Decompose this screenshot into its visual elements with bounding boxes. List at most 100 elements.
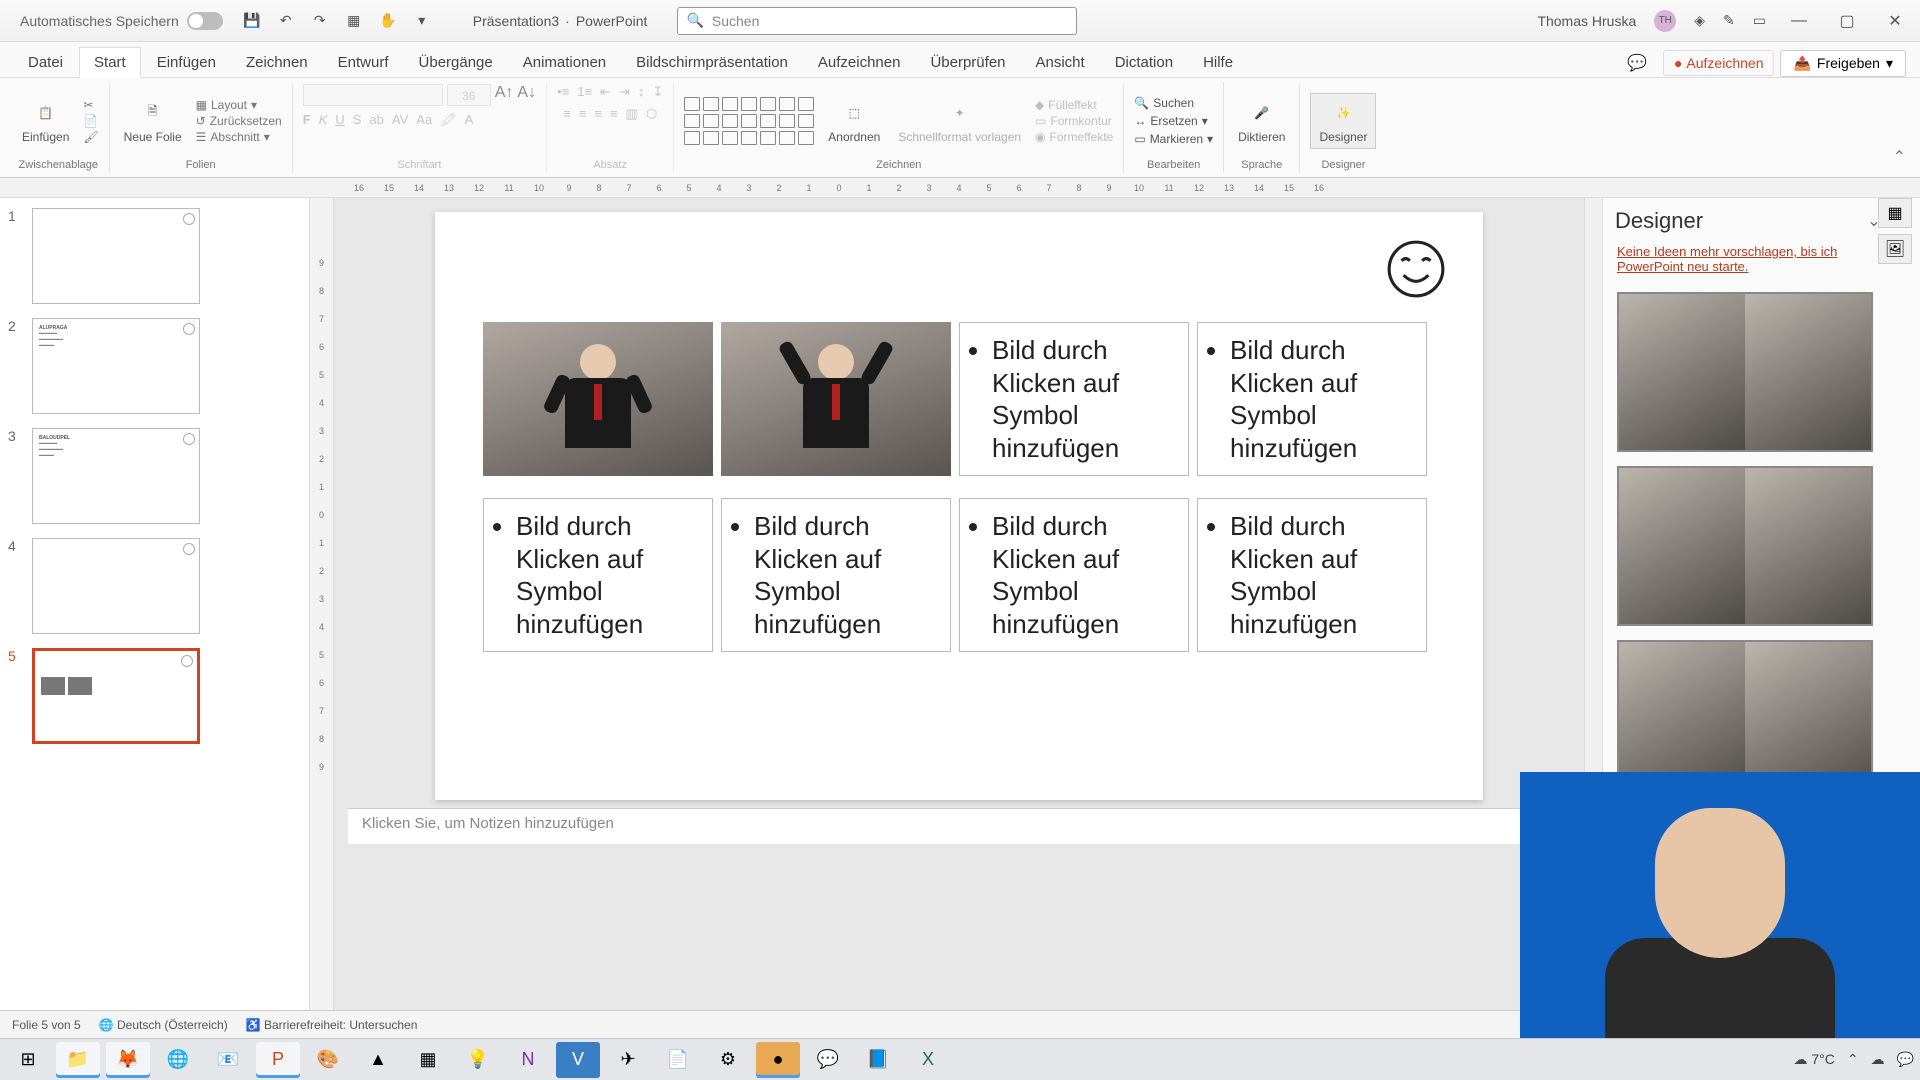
- replace-button[interactable]: ↔ Ersetzen ▾: [1134, 114, 1213, 128]
- slide-canvas[interactable]: Bild durch Klicken auf Symbol hinzufügen…: [435, 212, 1483, 800]
- undo-icon[interactable]: ↶: [275, 10, 297, 32]
- app-icon-8[interactable]: 💬: [806, 1042, 850, 1078]
- thumbnail-5[interactable]: [32, 648, 200, 744]
- cut-icon[interactable]: ✂: [83, 98, 98, 112]
- tab-uebergaenge[interactable]: Übergänge: [405, 48, 507, 77]
- present-icon[interactable]: ▦: [343, 10, 365, 32]
- tab-bildschirmpraesentation[interactable]: Bildschirmpräsentation: [622, 48, 802, 77]
- tab-datei[interactable]: Datei: [14, 48, 77, 77]
- app-icon-5[interactable]: 📄: [656, 1042, 700, 1078]
- smartart-icon[interactable]: ⬡: [646, 106, 657, 122]
- onenote-icon[interactable]: N: [506, 1042, 550, 1078]
- maximize-button[interactable]: ▢: [1832, 11, 1862, 31]
- grow-font-icon[interactable]: A↑: [495, 84, 514, 106]
- weather-widget[interactable]: ☁ 7°C: [1793, 1051, 1834, 1068]
- designer-message-link[interactable]: Keine Ideen mehr vorschlagen, bis ich Po…: [1603, 244, 1920, 284]
- shape-outline-button[interactable]: ▭ Formkontur: [1035, 114, 1113, 128]
- design-option-2[interactable]: [1617, 466, 1873, 626]
- diamond-icon[interactable]: ◈: [1694, 12, 1705, 29]
- app-icon-6[interactable]: ⚙: [706, 1042, 750, 1078]
- tab-einfuegen[interactable]: Einfügen: [143, 48, 230, 77]
- app-icon-4[interactable]: V: [556, 1042, 600, 1078]
- tab-start[interactable]: Start: [79, 47, 141, 78]
- underline-icon[interactable]: U: [335, 112, 344, 128]
- indent-dec-icon[interactable]: ⇤: [600, 84, 611, 100]
- dictate-button[interactable]: 🎤Diktieren: [1234, 96, 1289, 146]
- new-slide-button[interactable]: 🗎Neue Folie: [120, 96, 186, 146]
- panel-tab-2-icon[interactable]: 🖼: [1878, 234, 1912, 264]
- paste-button[interactable]: 📋Einfügen: [18, 96, 73, 146]
- minimize-button[interactable]: —: [1784, 12, 1814, 30]
- save-icon[interactable]: 💾: [241, 10, 263, 32]
- justify-icon[interactable]: ≡: [610, 106, 618, 122]
- format-painter-icon[interactable]: 🖌: [83, 130, 98, 144]
- tab-animationen[interactable]: Animationen: [509, 48, 620, 77]
- tab-ueberpruefen[interactable]: Überprüfen: [916, 48, 1019, 77]
- font-name-input[interactable]: [303, 84, 443, 106]
- font-size-input[interactable]: 36: [447, 84, 491, 106]
- line-spacing-icon[interactable]: ↕: [638, 84, 645, 100]
- section-button[interactable]: ☰ Abschnitt ▾: [196, 130, 282, 144]
- comments-icon[interactable]: 💬: [1617, 49, 1657, 77]
- telegram-icon[interactable]: ✈: [606, 1042, 650, 1078]
- designer-button[interactable]: ✨Designer: [1310, 93, 1376, 149]
- image-placeholder-7[interactable]: Bild durch Klicken auf Symbol hinzufügen: [959, 498, 1189, 652]
- panel-tab-1-icon[interactable]: ▦: [1878, 198, 1912, 228]
- find-button[interactable]: 🔍 Suchen: [1134, 96, 1213, 110]
- start-button[interactable]: ⊞: [6, 1042, 50, 1078]
- align-right-icon[interactable]: ≡: [594, 106, 602, 122]
- outlook-icon[interactable]: 📧: [206, 1042, 250, 1078]
- tray-cloud-icon[interactable]: ☁: [1871, 1051, 1885, 1068]
- select-button[interactable]: ▭ Markieren ▾: [1134, 132, 1213, 146]
- qat-more-icon[interactable]: ▾: [411, 10, 433, 32]
- toggle-switch-icon[interactable]: [187, 12, 223, 30]
- record-button[interactable]: ● Aufzeichnen: [1663, 50, 1775, 76]
- align-left-icon[interactable]: ≡: [563, 106, 571, 122]
- tab-aufzeichnen[interactable]: Aufzeichnen: [804, 48, 915, 77]
- italic-icon[interactable]: K: [319, 112, 328, 128]
- tray-chevron-icon[interactable]: ⌃: [1847, 1051, 1859, 1068]
- image-placeholder-5[interactable]: Bild durch Klicken auf Symbol hinzufügen: [483, 498, 713, 652]
- thumbnail-3[interactable]: BALOUDPEL━━━━━━━━━━━━━━━━━━━: [32, 428, 200, 524]
- window-icon[interactable]: ▭: [1753, 12, 1766, 29]
- smiley-icon[interactable]: [1385, 238, 1447, 300]
- indent-inc-icon[interactable]: ⇥: [619, 84, 630, 100]
- slide-counter[interactable]: Folie 5 von 5: [12, 1018, 81, 1032]
- user-avatar[interactable]: TH: [1654, 10, 1676, 32]
- arrange-button[interactable]: ⬚Anordnen: [824, 96, 884, 146]
- app-icon-1[interactable]: 🎨: [306, 1042, 350, 1078]
- tab-ansicht[interactable]: Ansicht: [1022, 48, 1099, 77]
- tab-zeichnen[interactable]: Zeichnen: [232, 48, 322, 77]
- close-button[interactable]: ✕: [1880, 11, 1910, 31]
- share-button[interactable]: 📤 Freigeben ▾: [1780, 50, 1906, 77]
- shrink-font-icon[interactable]: A↓: [517, 84, 536, 106]
- align-center-icon[interactable]: ≡: [579, 106, 587, 122]
- firefox-icon[interactable]: 🦊: [106, 1042, 150, 1078]
- image-placeholder-1[interactable]: [483, 322, 713, 476]
- strike-icon[interactable]: S: [353, 112, 362, 128]
- app-icon-7[interactable]: ●: [756, 1042, 800, 1078]
- quick-styles-button[interactable]: ✦Schnellformat vorlagen: [894, 96, 1025, 146]
- columns-icon[interactable]: ▥: [626, 106, 638, 122]
- autosave-toggle[interactable]: Automatisches Speichern: [20, 12, 223, 30]
- shadow-icon[interactable]: ab: [369, 112, 383, 128]
- pen-icon[interactable]: ✎: [1723, 12, 1735, 29]
- accessibility-status[interactable]: ♿ Barrierefreiheit: Untersuchen: [246, 1018, 418, 1032]
- image-placeholder-3[interactable]: Bild durch Klicken auf Symbol hinzufügen: [959, 322, 1189, 476]
- tray-chat-icon[interactable]: 💬: [1897, 1051, 1914, 1068]
- powerpoint-icon[interactable]: P: [256, 1042, 300, 1078]
- shape-effects-button[interactable]: ◉ Formeffekte: [1035, 130, 1113, 144]
- user-name[interactable]: Thomas Hruska: [1537, 13, 1636, 29]
- tab-dictation[interactable]: Dictation: [1101, 48, 1187, 77]
- design-option-1[interactable]: [1617, 292, 1873, 452]
- case-icon[interactable]: Aa: [416, 112, 432, 128]
- thumbnail-2[interactable]: ALUPRAGA━━━━━━━━━━━━━━━━━━━: [32, 318, 200, 414]
- thumbnail-4[interactable]: [32, 538, 200, 634]
- tab-entwurf[interactable]: Entwurf: [324, 48, 403, 77]
- app-icon-2[interactable]: ▦: [406, 1042, 450, 1078]
- touch-icon[interactable]: ✋: [377, 10, 399, 32]
- highlight-icon[interactable]: 🖍: [440, 112, 457, 128]
- layout-button[interactable]: ▦ Layout ▾: [196, 98, 282, 112]
- search-input[interactable]: 🔍 Suchen: [677, 7, 1077, 35]
- image-placeholder-6[interactable]: Bild durch Klicken auf Symbol hinzufügen: [721, 498, 951, 652]
